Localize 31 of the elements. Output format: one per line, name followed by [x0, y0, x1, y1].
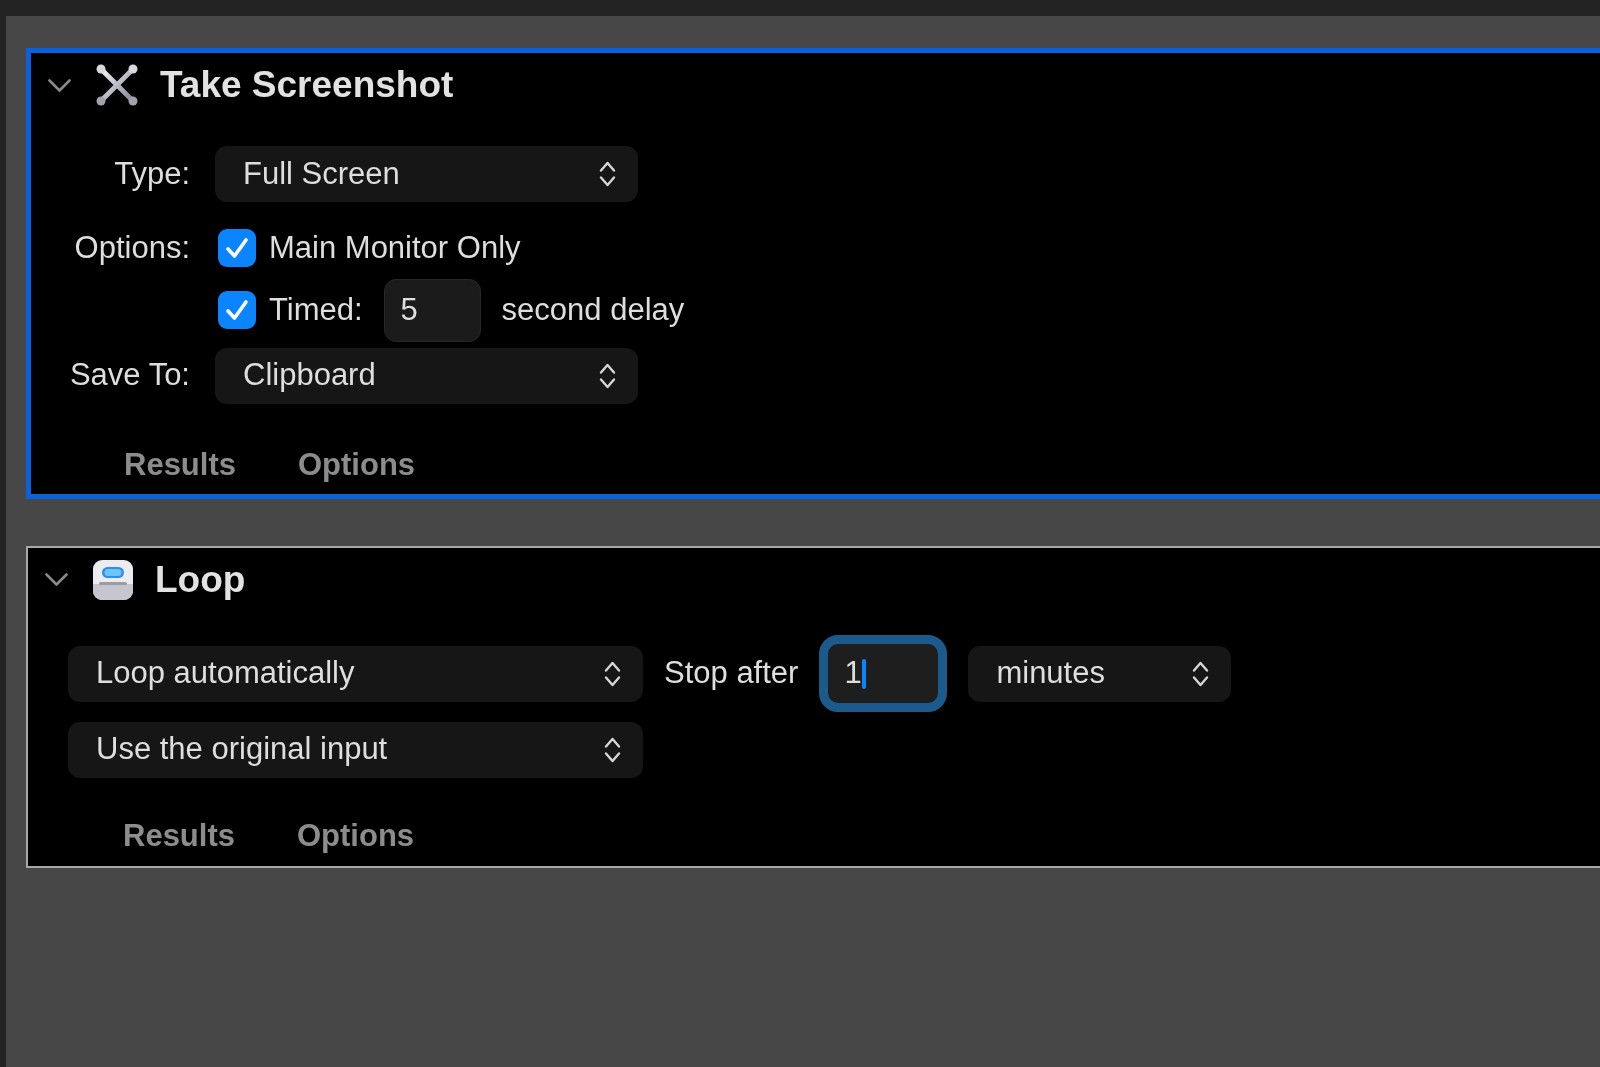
checkbox-label: Timed:	[269, 290, 363, 329]
field-label: Options:	[74, 229, 190, 267]
popup-button[interactable]: minutes	[968, 645, 1232, 702]
popup-button[interactable]: Clipboard	[215, 347, 638, 404]
text-field[interactable]: 1	[819, 635, 948, 712]
tab[interactable]: Options	[298, 442, 416, 489]
popup-button[interactable]: Use the original input	[68, 721, 643, 778]
action-panel[interactable]: Loop Loop automatically Stop after 1 minutes Use the original input Results Options	[26, 545, 1600, 868]
tab[interactable]: Results	[124, 442, 236, 489]
checkbox[interactable]	[218, 229, 256, 268]
checkbox[interactable]	[218, 291, 256, 329]
tab[interactable]: Options	[297, 813, 415, 860]
crossed-tools-icon	[96, 64, 138, 106]
popup-button[interactable]: Loop automatically	[68, 645, 643, 702]
chevron-down-icon[interactable]	[45, 573, 68, 586]
checkbox-label: Main Monitor Only	[269, 229, 521, 267]
checkmark-icon	[225, 237, 249, 260]
checkmark-icon	[225, 299, 249, 321]
field-label: Save To:	[69, 356, 190, 395]
action-panel[interactable]: Take Screenshot Type: Full Screen Options: Main Monitor Only Timed: 5 second delay Save To: Clipboard Results Options	[26, 48, 1600, 499]
text-cursor-icon	[861, 658, 866, 689]
field-label: Type:	[114, 154, 190, 193]
popup-button[interactable]: Full Screen	[215, 146, 638, 202]
action-title: Loop	[155, 557, 246, 602]
text-field[interactable]: 5	[383, 278, 481, 342]
chevron-down-icon[interactable]	[48, 78, 71, 92]
inline-label: Stop after	[664, 654, 799, 693]
tab[interactable]: Results	[123, 813, 235, 860]
inline-label: second delay	[501, 290, 685, 329]
robot-head-icon	[93, 559, 133, 600]
action-title: Take Screenshot	[160, 63, 454, 108]
